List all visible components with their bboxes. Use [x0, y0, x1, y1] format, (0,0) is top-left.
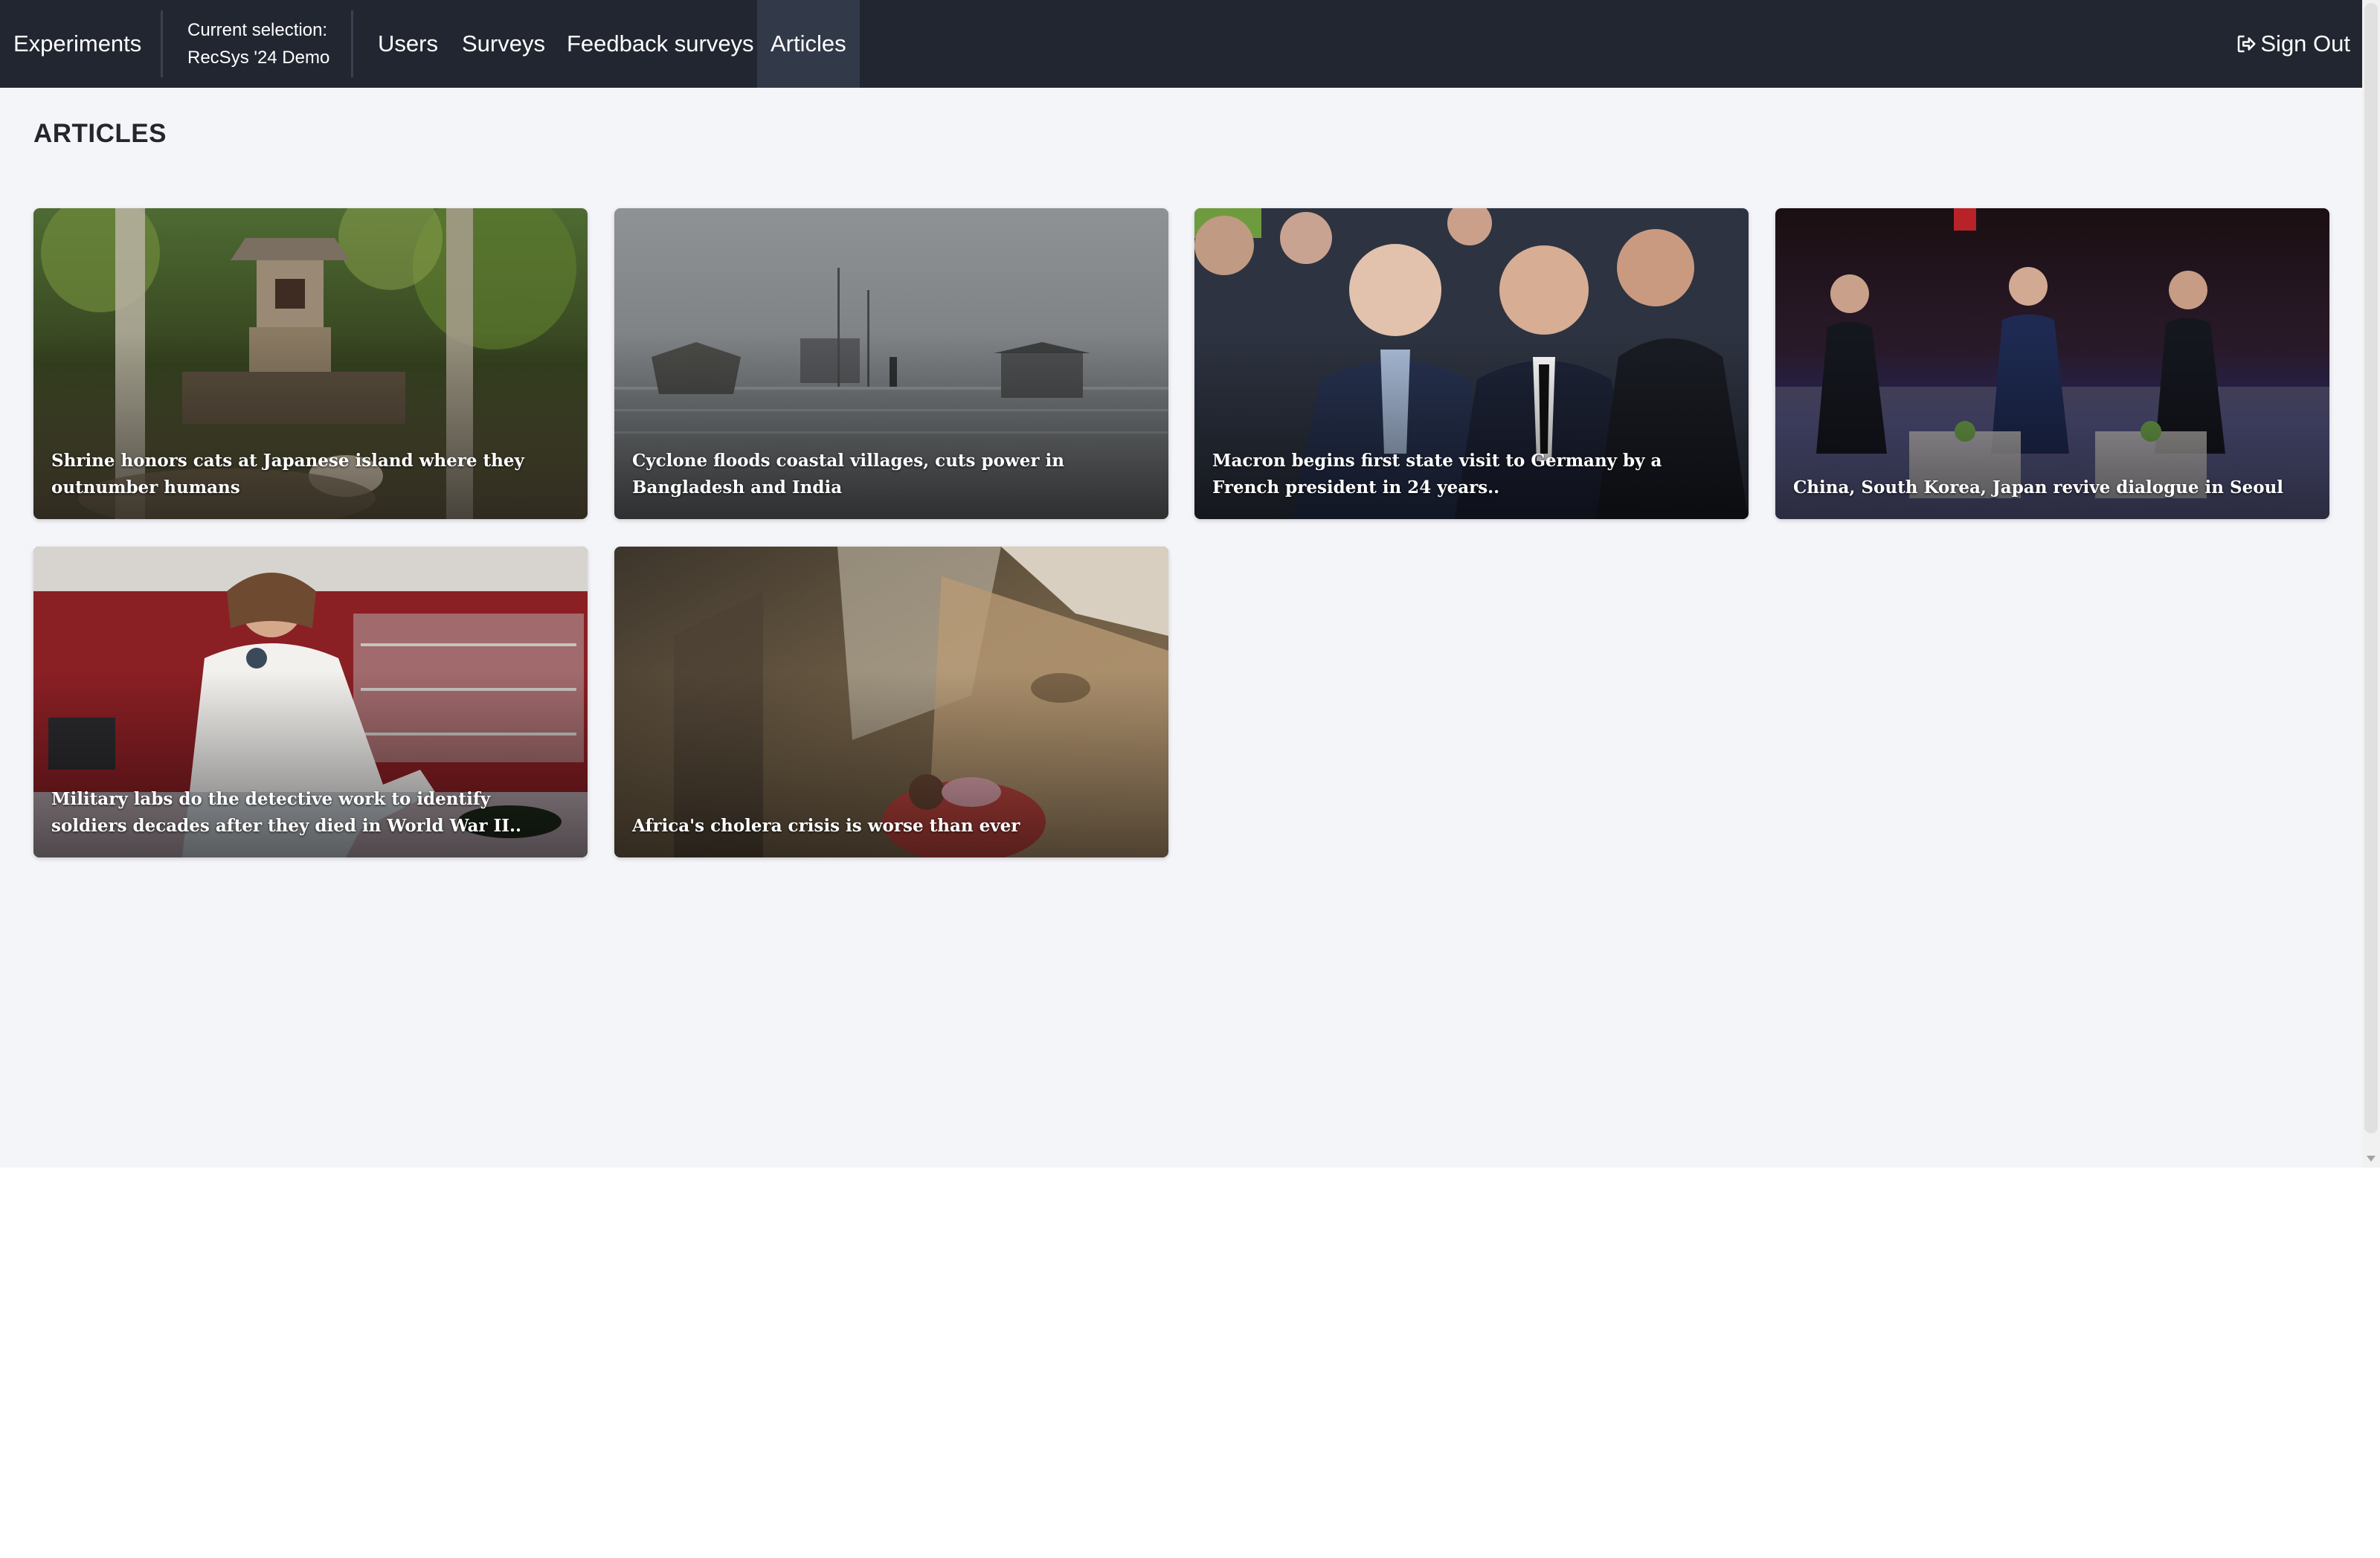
- nav-divider: [351, 10, 353, 77]
- article-card[interactable]: China, South Korea, Japan revive dialogu…: [1775, 208, 2329, 519]
- article-title[interactable]: Shrine honors cats at Japanese island wh…: [51, 448, 571, 501]
- vertical-scrollbar[interactable]: [2362, 0, 2380, 1168]
- top-navbar: Experiments Current selection: RecSys '2…: [0, 0, 2362, 88]
- nav-articles-link[interactable]: Articles: [757, 0, 860, 88]
- article-title[interactable]: China, South Korea, Japan revive dialogu…: [1793, 474, 2313, 501]
- nav-surveys-link[interactable]: Surveys: [462, 0, 545, 88]
- nav-experiments-link[interactable]: Experiments: [13, 0, 141, 88]
- article-title[interactable]: Cyclone floods coastal villages, cuts po…: [632, 448, 1152, 501]
- current-selection-label: Current selection:: [187, 20, 328, 40]
- sign-out-button[interactable]: Sign Out: [2235, 0, 2350, 88]
- article-card[interactable]: Cyclone floods coastal villages, cuts po…: [614, 208, 1168, 519]
- current-selection: Current selection: RecSys '24 Demo: [187, 16, 329, 71]
- article-card[interactable]: Military labs do the detective work to i…: [33, 547, 588, 857]
- article-card[interactable]: Shrine honors cats at Japanese island wh…: [33, 208, 588, 519]
- page-viewport: Experiments Current selection: RecSys '2…: [0, 0, 2362, 1168]
- current-selection-value: RecSys '24 Demo: [187, 48, 330, 68]
- scrollbar-thumb[interactable]: [2364, 3, 2378, 1133]
- article-card[interactable]: Africa's cholera crisis is worse than ev…: [614, 547, 1168, 857]
- article-title[interactable]: Africa's cholera crisis is worse than ev…: [632, 813, 1152, 840]
- article-card[interactable]: Macron begins first state visit to Germa…: [1194, 208, 1749, 519]
- sign-out-icon: [2238, 35, 2256, 53]
- nav-users-link[interactable]: Users: [378, 0, 438, 88]
- article-title[interactable]: Military labs do the detective work to i…: [51, 786, 571, 840]
- sign-out-label: Sign Out: [2260, 30, 2350, 57]
- nav-divider: [161, 10, 163, 77]
- page-title: ARTICLES: [33, 119, 167, 148]
- nav-feedback-surveys-link[interactable]: Feedback surveys: [567, 0, 754, 88]
- article-title[interactable]: Macron begins first state visit to Germa…: [1212, 448, 1732, 501]
- scroll-down-arrow-icon[interactable]: [2367, 1156, 2376, 1162]
